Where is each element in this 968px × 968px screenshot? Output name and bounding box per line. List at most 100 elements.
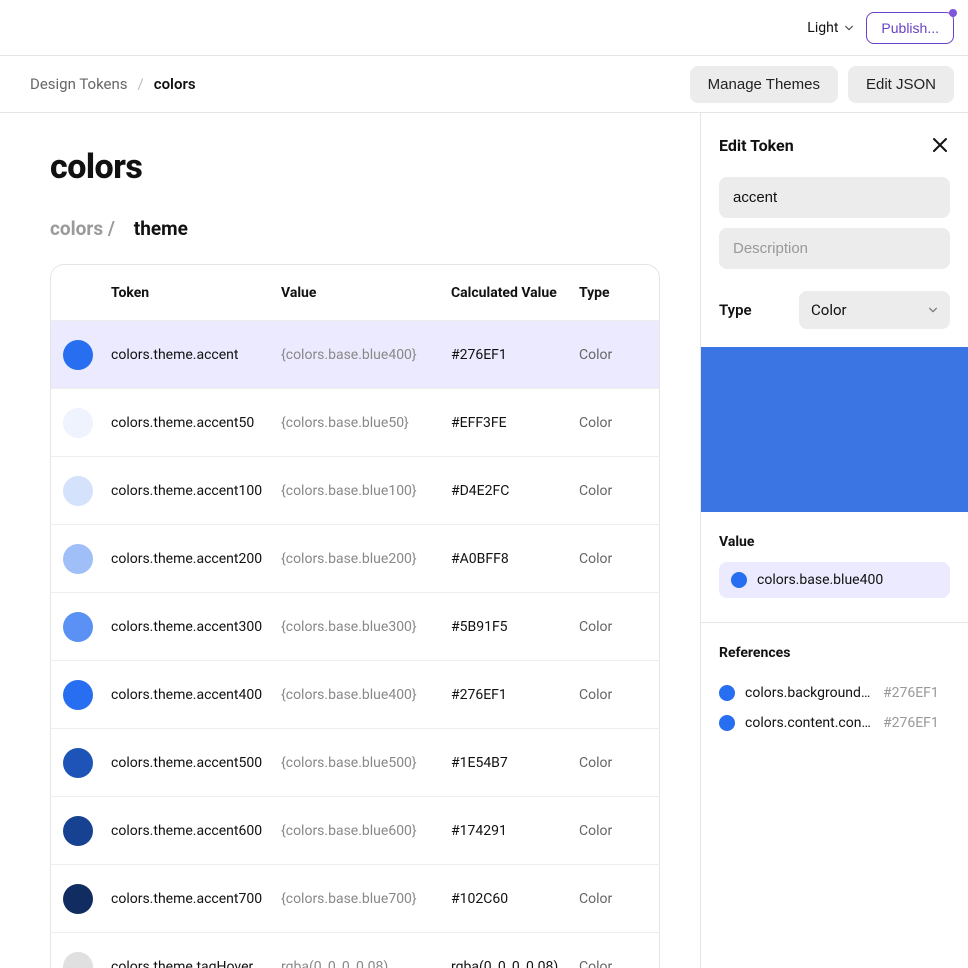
references-section-label: References (719, 645, 950, 661)
value-section-label: Value (719, 534, 950, 550)
divider (701, 622, 968, 623)
table-row[interactable]: colors.theme.accent200{colors.base.blue2… (51, 525, 659, 593)
token-type: Color (579, 483, 659, 499)
color-preview[interactable] (701, 347, 968, 512)
table-row[interactable]: colors.theme.accent100{colors.base.blue1… (51, 457, 659, 525)
color-swatch (63, 680, 93, 710)
token-calculated: #A0BFF8 (451, 551, 579, 567)
reference-item[interactable]: colors.content.conte... #276EF1 (719, 715, 950, 731)
token-value: {colors.base.blue200} (281, 551, 451, 567)
token-path-muted: colors / (50, 217, 115, 240)
manage-themes-button[interactable]: Manage Themes (690, 66, 838, 103)
publish-button[interactable]: Publish... (866, 12, 954, 44)
color-swatch (63, 748, 93, 778)
token-table: Token Value Calculated Value Type colors… (50, 264, 660, 968)
token-name: colors.theme.accent500 (111, 755, 281, 771)
panel-title: Edit Token (719, 136, 794, 155)
token-name: colors.theme.accent700 (111, 891, 281, 907)
token-type: Color (579, 551, 659, 567)
chevron-down-icon (928, 305, 938, 315)
type-select[interactable]: Color (799, 291, 950, 329)
value-chip-swatch (731, 572, 747, 588)
table-row[interactable]: colors.theme.accent50{colors.base.blue50… (51, 389, 659, 457)
token-type: Color (579, 755, 659, 771)
left-column: colors colors / theme Token Value Calcul… (0, 113, 700, 968)
token-value: {colors.base.blue300} (281, 619, 451, 635)
reference-item[interactable]: colors.backgrounds....#276EF1 (719, 685, 950, 701)
table-row[interactable]: colors.theme.accent600{colors.base.blue6… (51, 797, 659, 865)
subbar: Design Tokens / colors Manage Themes Edi… (0, 56, 968, 113)
token-type: Color (579, 687, 659, 703)
unsaved-indicator-dot (949, 9, 957, 17)
reference-name: colors.backgrounds.... (745, 685, 873, 701)
edit-json-button[interactable]: Edit JSON (848, 66, 954, 103)
token-calculated: #276EF1 (451, 347, 579, 363)
publish-label: Publish... (881, 20, 939, 36)
table-row[interactable]: colors.theme.accent700{colors.base.blue7… (51, 865, 659, 933)
token-type: Color (579, 347, 659, 363)
token-calculated: #174291 (451, 823, 579, 839)
reference-hex: #276EF1 (883, 715, 939, 731)
col-type: Type (579, 285, 659, 301)
color-swatch (63, 952, 93, 968)
token-calculated: rgba(0, 0, 0, 0.08) (451, 959, 579, 968)
token-calculated: #102C60 (451, 891, 579, 907)
token-name: colors.theme.accent300 (111, 619, 281, 635)
breadcrumb-current: colors (154, 75, 196, 93)
token-calculated: #EFF3FE (451, 415, 579, 431)
token-path: colors / theme (50, 217, 700, 240)
token-name: colors.theme.tagHover... (111, 959, 281, 968)
token-calculated: #D4E2FC (451, 483, 579, 499)
token-value: {colors.base.blue700} (281, 891, 451, 907)
table-header: Token Value Calculated Value Type (51, 265, 659, 321)
topbar: Light Publish... (0, 0, 968, 56)
type-row: Type Color (719, 291, 950, 329)
color-swatch (63, 340, 93, 370)
token-name: colors.theme.accent50 (111, 415, 281, 431)
breadcrumb-root[interactable]: Design Tokens (30, 75, 128, 93)
token-type: Color (579, 415, 659, 431)
color-swatch (63, 476, 93, 506)
col-token: Token (111, 285, 281, 301)
references-list: colors.backgrounds....#276EF1colors.cont… (719, 685, 950, 731)
col-calc: Calculated Value (451, 285, 579, 301)
color-swatch (63, 544, 93, 574)
reference-swatch (719, 685, 735, 701)
token-calculated: #1E54B7 (451, 755, 579, 771)
token-description-input[interactable] (719, 228, 950, 269)
theme-mode-select[interactable]: Light (807, 20, 854, 36)
panel-header: Edit Token (719, 135, 950, 155)
table-row[interactable]: colors.theme.tagHover...rgba(0, 0, 0, 0.… (51, 933, 659, 968)
table-row[interactable]: colors.theme.accent500{colors.base.blue5… (51, 729, 659, 797)
main: colors colors / theme Token Value Calcul… (0, 113, 968, 968)
token-name-input[interactable] (719, 177, 950, 218)
token-type: Color (579, 823, 659, 839)
color-swatch (63, 408, 93, 438)
reference-name: colors.content.conte... (745, 715, 873, 731)
token-value: rgba(0, 0, 0, 0.08) (281, 959, 451, 968)
close-icon[interactable] (930, 135, 950, 155)
table-row[interactable]: colors.theme.accent400{colors.base.blue4… (51, 661, 659, 729)
token-name: colors.theme.accent200 (111, 551, 281, 567)
type-label: Type (719, 301, 799, 319)
token-value: {colors.base.blue100} (281, 483, 451, 499)
token-type: Color (579, 619, 659, 635)
breadcrumb: Design Tokens / colors (30, 75, 196, 93)
table-row[interactable]: colors.theme.accent{colors.base.blue400}… (51, 321, 659, 389)
color-swatch (63, 612, 93, 642)
token-name: colors.theme.accent (111, 347, 281, 363)
table-row[interactable]: colors.theme.accent300{colors.base.blue3… (51, 593, 659, 661)
value-chip[interactable]: colors.base.blue400 (719, 562, 950, 598)
token-name: colors.theme.accent600 (111, 823, 281, 839)
token-path-current: theme (134, 217, 188, 240)
token-value: {colors.base.blue500} (281, 755, 451, 771)
token-name: colors.theme.accent100 (111, 483, 281, 499)
type-select-value: Color (811, 301, 847, 319)
breadcrumb-separator: / (138, 75, 144, 93)
edit-token-panel: Edit Token Type Color Value colors.base.… (700, 113, 968, 968)
color-swatch (63, 884, 93, 914)
token-type: Color (579, 891, 659, 907)
token-calculated: #5B91F5 (451, 619, 579, 635)
token-value: {colors.base.blue400} (281, 347, 451, 363)
token-name: colors.theme.accent400 (111, 687, 281, 703)
